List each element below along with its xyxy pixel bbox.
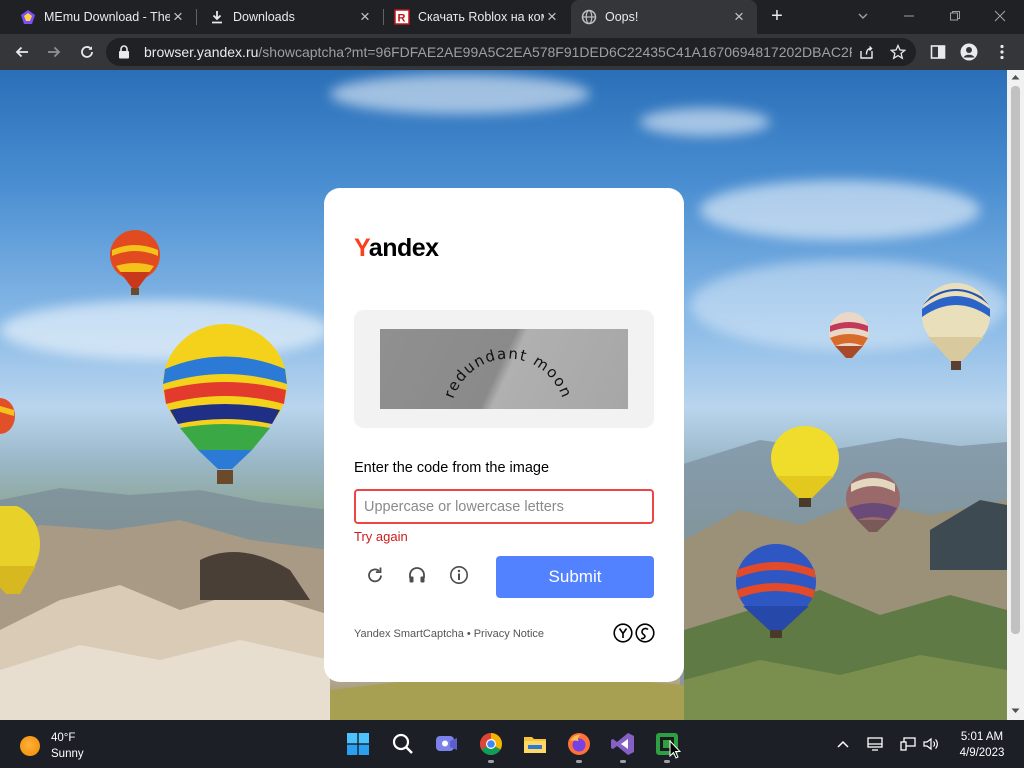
globe-icon (581, 9, 597, 25)
scroll-thumb[interactable] (1011, 86, 1020, 634)
scroll-up-icon[interactable] (1011, 73, 1020, 82)
url-host: browser.yandex.ru (144, 44, 259, 60)
balloon (736, 544, 816, 638)
tab-strip: MEmu Download - The × Downloads × R Скач… (0, 0, 1024, 34)
audio-headphones-icon[interactable] (405, 563, 429, 587)
roblox-favicon-icon: R (394, 9, 410, 25)
memu-favicon-icon (20, 9, 36, 25)
forward-button[interactable] (42, 40, 66, 64)
chrome-icon[interactable] (479, 732, 503, 756)
scroll-down-icon[interactable] (1011, 707, 1020, 716)
browser-toolbar: browser.yandex.ru/showcaptcha?mt=96FDFAE… (0, 34, 1024, 70)
captcha-text: redundant moony (380, 329, 575, 401)
captcha-instruction: Enter the code from the image (354, 460, 550, 476)
minimize-button[interactable] (897, 5, 921, 29)
weather-condition: Sunny (51, 748, 84, 760)
balloon (110, 230, 160, 295)
yandex-badge-icon (613, 623, 655, 643)
smartcaptcha-link[interactable]: Yandex SmartCaptcha (354, 628, 464, 640)
balloon (771, 426, 839, 507)
tab-close-icon[interactable]: × (170, 8, 186, 25)
captcha-image: redundant moony (380, 329, 628, 409)
captcha-footer: Yandex SmartCaptcha • Privacy Notice (354, 628, 544, 640)
refresh-icon[interactable] (363, 563, 387, 587)
tab-roblox[interactable]: R Скачать Roblox на ком × (384, 0, 570, 34)
running-indicator (664, 760, 670, 763)
error-message: Try again (354, 529, 408, 544)
balloon (829, 312, 869, 358)
profile-avatar-icon[interactable] (957, 40, 981, 64)
tab-close-icon[interactable]: × (357, 8, 373, 25)
tab-title: Downloads (233, 10, 295, 24)
balloon (0, 398, 15, 434)
url-path: /showcaptcha?mt=96FDFAE2AE99A5C2EA578F91… (258, 44, 852, 60)
running-indicator (620, 760, 626, 763)
clock-date: 4/9/2023 (959, 747, 1005, 759)
balloon (163, 324, 287, 484)
captcha-image-frame: redundant moony (354, 310, 654, 428)
tab-title: Скачать Roblox на ком (418, 10, 544, 24)
info-icon[interactable] (447, 563, 471, 587)
svg-text:redundant moony: redundant moony (380, 329, 576, 401)
show-hidden-icons-icon[interactable] (834, 735, 852, 753)
tab-downloads[interactable]: Downloads × (197, 0, 383, 34)
captcha-card: Yandex redundant moony Enter the code fr… (324, 188, 684, 682)
captcha-distorted-text: redundant moony (380, 329, 576, 401)
search-icon[interactable] (391, 732, 415, 756)
start-icon[interactable] (346, 732, 370, 756)
weather-widget[interactable]: 40°F Sunny (20, 730, 84, 762)
tab-oops[interactable]: Oops! × (571, 0, 757, 34)
chat-icon[interactable] (435, 732, 459, 756)
running-indicator (576, 760, 582, 763)
privacy-notice-link[interactable]: Privacy Notice (474, 628, 544, 640)
lock-icon[interactable] (118, 45, 132, 59)
tab-title: Oops! (605, 10, 639, 24)
bookmark-star-icon[interactable] (890, 44, 906, 60)
file-explorer-icon[interactable] (523, 732, 547, 756)
address-bar[interactable]: browser.yandex.ru/showcaptcha?mt=96FDFAE… (106, 38, 916, 66)
svg-text:R: R (398, 13, 406, 25)
balloon (0, 506, 40, 594)
mouse-cursor-icon (669, 740, 681, 759)
tab-close-icon[interactable]: × (544, 8, 560, 25)
side-panel-icon[interactable] (926, 40, 950, 64)
close-window-button[interactable] (988, 5, 1012, 29)
network-icon[interactable] (899, 735, 917, 753)
submit-button[interactable]: Submit (496, 556, 654, 598)
display-icon[interactable] (866, 735, 884, 753)
yandex-logo: Yandex (354, 234, 439, 263)
sun-icon (20, 736, 40, 756)
tab-title: MEmu Download - The (44, 10, 170, 24)
firefox-icon[interactable] (567, 732, 591, 756)
balloon (922, 283, 990, 370)
new-tab-button[interactable]: + (766, 6, 788, 28)
download-icon (209, 9, 225, 25)
windows-taskbar: 40°F Sunny 5:01 AM 4/9/2023 (0, 720, 1024, 768)
tab-memu[interactable]: MEmu Download - The × (0, 0, 196, 34)
weather-temperature: 40°F (51, 732, 76, 744)
restore-button[interactable] (943, 5, 967, 29)
logo-rest: andex (368, 234, 439, 262)
captcha-input[interactable] (354, 489, 654, 524)
back-button[interactable] (10, 40, 34, 64)
balloon (846, 472, 900, 532)
tab-close-icon[interactable]: × (731, 8, 747, 25)
more-menu-icon[interactable] (990, 40, 1014, 64)
url-text[interactable]: browser.yandex.ru/showcaptcha?mt=96FDFAE… (144, 44, 852, 60)
visual-studio-icon[interactable] (611, 732, 635, 756)
reload-button[interactable] (75, 40, 99, 64)
share-icon[interactable] (858, 44, 874, 60)
footer-separator: • (466, 628, 471, 640)
system-clock[interactable]: 5:01 AM 4/9/2023 (950, 729, 1014, 761)
page-viewport: Yandex redundant moony Enter the code fr… (0, 70, 1007, 720)
logo-letter-y: Y (354, 234, 369, 262)
page-scrollbar[interactable] (1007, 70, 1024, 720)
clock-time: 5:01 AM (960, 731, 1004, 743)
running-indicator (488, 760, 494, 763)
tab-search-icon[interactable] (851, 5, 875, 29)
volume-icon[interactable] (922, 735, 940, 753)
